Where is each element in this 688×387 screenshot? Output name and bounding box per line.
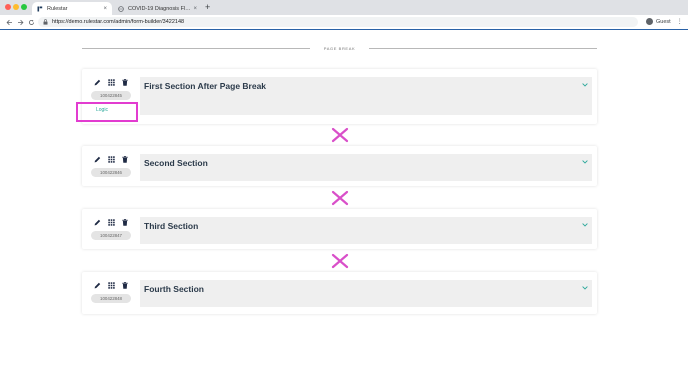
globe-icon	[118, 5, 124, 12]
account-label: Guest	[656, 18, 671, 25]
section-id-badge: 100422846	[91, 168, 131, 177]
section-title: Fourth Section	[144, 284, 204, 294]
lock-icon	[43, 19, 49, 25]
tab-label: Rulestar	[47, 5, 68, 12]
grid-icon[interactable]	[107, 155, 115, 163]
section-header[interactable]: Second Section	[140, 154, 592, 181]
close-window-button[interactable]	[5, 4, 11, 10]
section-header[interactable]: First Section After Page Break	[140, 77, 592, 115]
more-menu-icon[interactable]: ⋮	[677, 18, 683, 25]
trash-icon[interactable]	[121, 155, 129, 163]
section-id-badge: 100422845	[91, 91, 131, 100]
grid-icon[interactable]	[107, 218, 115, 226]
x-mark-icon	[330, 189, 350, 207]
account-button[interactable]: Guest ⋮	[646, 18, 683, 25]
pencil-icon[interactable]	[93, 155, 101, 163]
browser-toolbar: https://demo.rulestar.com/admin/form-bui…	[0, 15, 688, 29]
section-card: 100422846 Second Section	[82, 146, 597, 186]
trash-icon[interactable]	[121, 218, 129, 226]
tab-rulestar[interactable]: Rulestar ×	[32, 2, 112, 15]
chevron-down-icon[interactable]	[581, 159, 588, 164]
section-tools	[93, 281, 131, 289]
trash-icon[interactable]	[121, 78, 129, 86]
divider-line	[369, 47, 597, 49]
section-card: 100422845 Logic First Section After Page…	[82, 69, 597, 124]
chevron-down-icon[interactable]	[581, 222, 588, 227]
avatar-icon	[646, 18, 653, 25]
chevron-down-icon[interactable]	[581, 285, 588, 290]
grid-icon[interactable]	[107, 78, 115, 86]
close-tab-icon[interactable]: ×	[193, 6, 197, 12]
divider-line	[82, 47, 310, 49]
tab-covid-flowchart[interactable]: COVID-19 Diagnosis Flowchar ×	[113, 2, 202, 15]
section-card: 100422848 Fourth Section	[82, 272, 597, 314]
section-title: Second Section	[144, 158, 208, 168]
minimize-window-button[interactable]	[13, 4, 19, 10]
section-header[interactable]: Fourth Section	[140, 280, 592, 307]
rulestar-favicon-icon	[37, 6, 43, 12]
section-tools	[93, 155, 131, 163]
pencil-icon[interactable]	[93, 281, 101, 289]
back-arrow-icon[interactable]	[4, 17, 14, 27]
close-tab-icon[interactable]: ×	[103, 6, 107, 12]
section-tools	[93, 78, 131, 86]
pencil-icon[interactable]	[93, 218, 101, 226]
tab-label: COVID-19 Diagnosis Flowchar	[128, 5, 192, 12]
x-mark-icon	[330, 252, 350, 270]
section-tools	[93, 218, 131, 226]
maximize-window-button[interactable]	[21, 4, 27, 10]
tab-strip: Rulestar × COVID-19 Diagnosis Flowchar ×…	[0, 0, 688, 15]
forward-arrow-icon[interactable]	[15, 17, 25, 27]
section-id-badge: 100422847	[91, 231, 131, 240]
x-mark-icon	[330, 126, 350, 144]
page-break-label: PAGE BREAK	[323, 45, 356, 51]
chrome-divider	[0, 29, 688, 30]
url-text: https://demo.rulestar.com/admin/form-bui…	[52, 19, 185, 25]
address-bar[interactable]: https://demo.rulestar.com/admin/form-bui…	[38, 17, 638, 27]
logic-highlight-box	[76, 102, 138, 122]
section-title: First Section After Page Break	[144, 81, 267, 91]
chevron-down-icon[interactable]	[581, 82, 588, 87]
section-title: Third Section	[144, 221, 199, 231]
section-id-badge: 100422848	[91, 294, 131, 303]
page-break-divider: PAGE BREAK	[82, 43, 597, 53]
reload-icon[interactable]	[26, 17, 36, 27]
plus-icon[interactable]: +	[205, 2, 210, 13]
section-header[interactable]: Third Section	[140, 217, 592, 244]
section-card: 100422847 Third Section	[82, 209, 597, 249]
pencil-icon[interactable]	[93, 78, 101, 86]
grid-icon[interactable]	[107, 281, 115, 289]
trash-icon[interactable]	[121, 281, 129, 289]
